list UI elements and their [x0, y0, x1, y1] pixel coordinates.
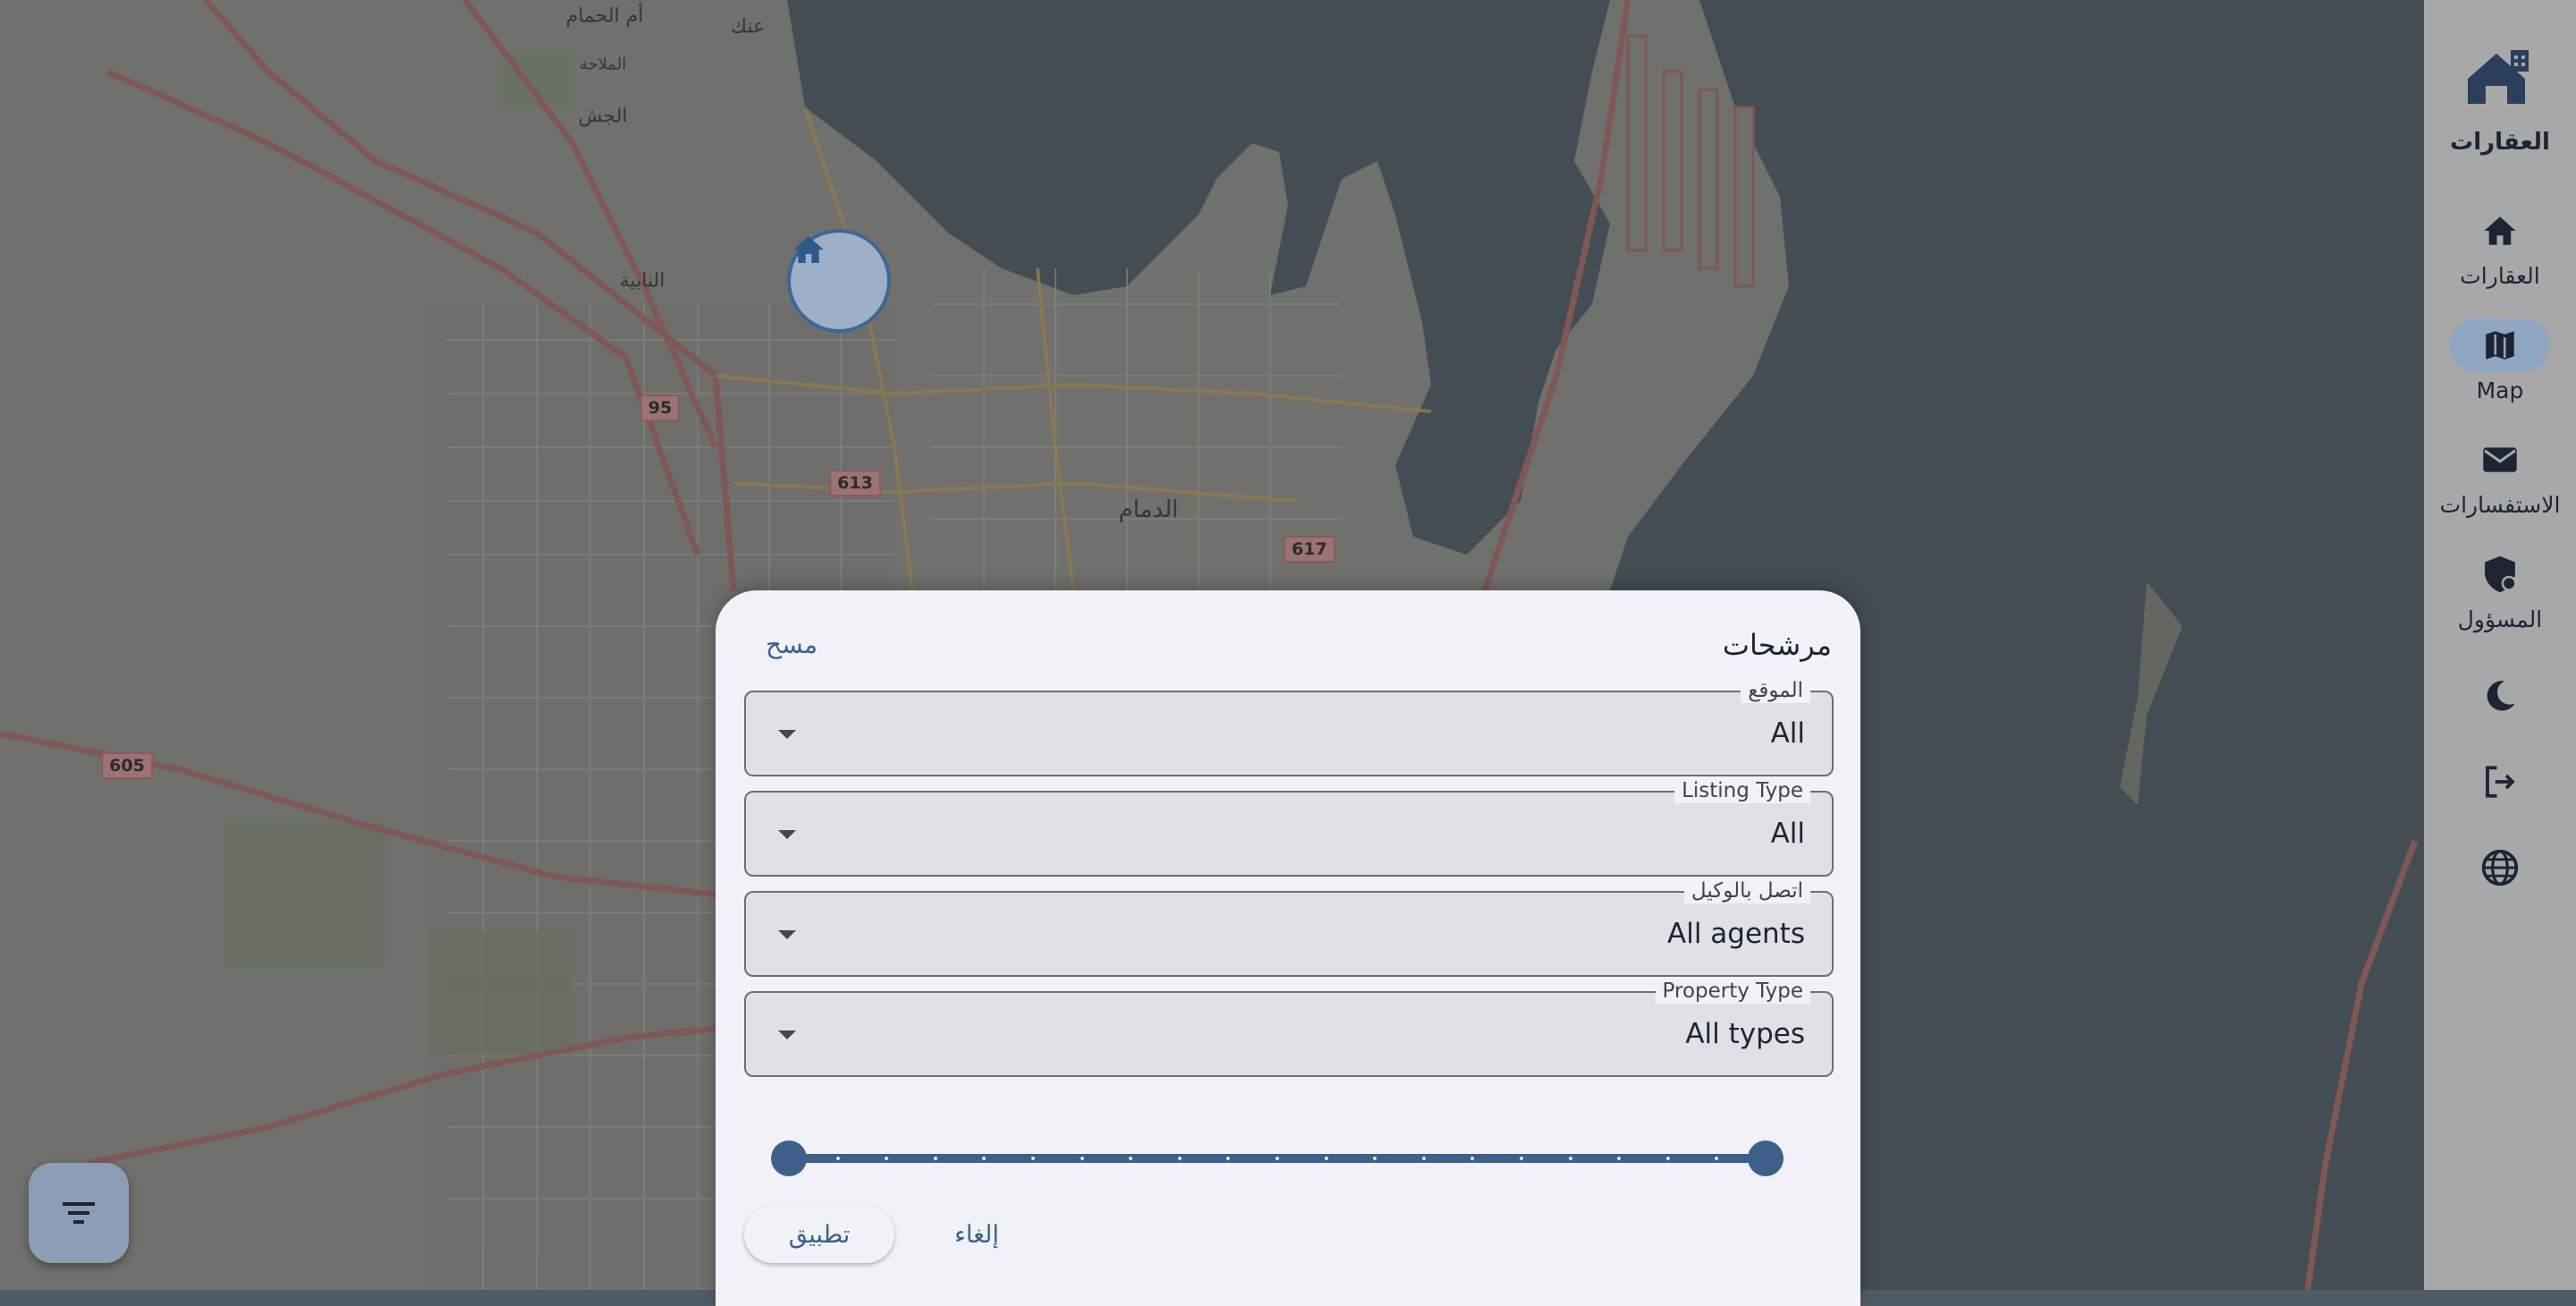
slider-tick — [1080, 1157, 1084, 1160]
slider-tick — [1177, 1157, 1182, 1160]
apply-button[interactable]: تطبيق — [744, 1206, 894, 1263]
map-label-dammam: الدمام — [1118, 496, 1179, 523]
dropdown-arrow-icon — [778, 730, 796, 739]
property-type-field-label: Property Type — [1655, 979, 1810, 1004]
listing-type-field-label: Listing Type — [1674, 778, 1810, 803]
map-label-almalaha: الملاحة — [579, 55, 627, 74]
sheet-title: مرشحات — [1722, 628, 1832, 662]
agent-dropdown[interactable]: اتصل بالوكيل All agents — [744, 878, 1834, 977]
slider-tick — [1568, 1157, 1572, 1160]
rail-item-inquiries[interactable]: الاستفسارات — [2424, 433, 2576, 518]
slider-tick — [1031, 1157, 1035, 1160]
road-shield-95: 95 — [640, 394, 681, 421]
rail-item-properties[interactable]: العقارات — [2424, 204, 2576, 289]
dark-mode-icon — [2487, 681, 2515, 711]
listing-type-field-value: All — [1770, 818, 1805, 850]
dropdown-arrow-icon — [778, 830, 796, 839]
location-field-label: الموقع — [1741, 678, 1810, 703]
rail-item-label: Map — [2476, 377, 2524, 403]
slider-tick — [835, 1157, 840, 1160]
language-globe-icon — [2481, 849, 2519, 886]
price-range-slider[interactable] — [771, 1140, 1784, 1176]
slider-tick — [1324, 1157, 1328, 1160]
map-label-umm-alhamam: أم الحمام — [565, 4, 644, 28]
admin-shield-icon — [2485, 555, 2517, 593]
slider-tick — [1665, 1157, 1670, 1160]
property-type-field-value: All types — [1685, 1018, 1805, 1050]
home-icon — [793, 236, 824, 263]
slider-min-thumb[interactable] — [771, 1141, 807, 1176]
road-shield-613: 613 — [829, 470, 881, 496]
app-label: العقارات — [2450, 129, 2550, 156]
road-shield-605: 605 — [101, 752, 153, 779]
filter-button[interactable] — [29, 1163, 129, 1263]
property-type-dropdown[interactable]: Property Type All types — [744, 979, 1834, 1077]
rail-item-map[interactable]: Map — [2424, 318, 2576, 403]
rail-item-label: المسؤول — [2457, 606, 2543, 632]
map-label-alnabiya: النابية — [619, 269, 665, 293]
dropdown-arrow-icon — [778, 930, 796, 939]
rail-item-language[interactable] — [2424, 841, 2576, 895]
map-icon — [2486, 331, 2514, 360]
slider-tick — [1421, 1157, 1426, 1160]
property-marker[interactable] — [787, 229, 891, 333]
logout-icon — [2486, 766, 2515, 798]
home-icon — [2484, 216, 2516, 245]
slider-max-thumb[interactable] — [1748, 1141, 1784, 1176]
rail-item-logout[interactable] — [2424, 755, 2576, 809]
filter-bottom-sheet: مرشحات مسح الموقع All Listing Type All ا… — [716, 590, 1860, 1306]
slider-tick — [933, 1157, 937, 1160]
rail-item-dark-mode[interactable] — [2424, 669, 2576, 723]
location-dropdown[interactable]: الموقع All — [744, 678, 1834, 776]
navigation-rail: العقارات العقارات Map الاستفسارات المسؤو… — [2424, 0, 2576, 1290]
map-label-aljish: الجش — [578, 105, 628, 128]
mail-icon — [2483, 447, 2517, 472]
rail-item-label: العقارات — [2460, 263, 2540, 289]
rail-item-admin[interactable]: المسؤول — [2424, 547, 2576, 632]
rail-item-label: الاستفسارات — [2439, 492, 2561, 518]
location-field-value: All — [1770, 717, 1805, 750]
dropdown-arrow-icon — [778, 1030, 796, 1039]
slider-tick — [1275, 1157, 1279, 1160]
building-logo-icon — [2468, 50, 2529, 104]
listing-type-dropdown[interactable]: Listing Type All — [744, 778, 1834, 877]
filter-list-icon — [63, 1202, 95, 1224]
slider-tick — [1520, 1157, 1523, 1160]
app-logo — [2424, 47, 2576, 111]
clear-button[interactable]: مسح — [766, 630, 818, 659]
road-shield-617: 617 — [1284, 536, 1335, 563]
agent-field-label: اتصل بالوكيل — [1683, 878, 1810, 903]
cancel-button[interactable]: إلغاء — [923, 1206, 1030, 1263]
map-label-anak: عنك — [730, 15, 766, 38]
agent-field-value: All agents — [1667, 918, 1805, 950]
